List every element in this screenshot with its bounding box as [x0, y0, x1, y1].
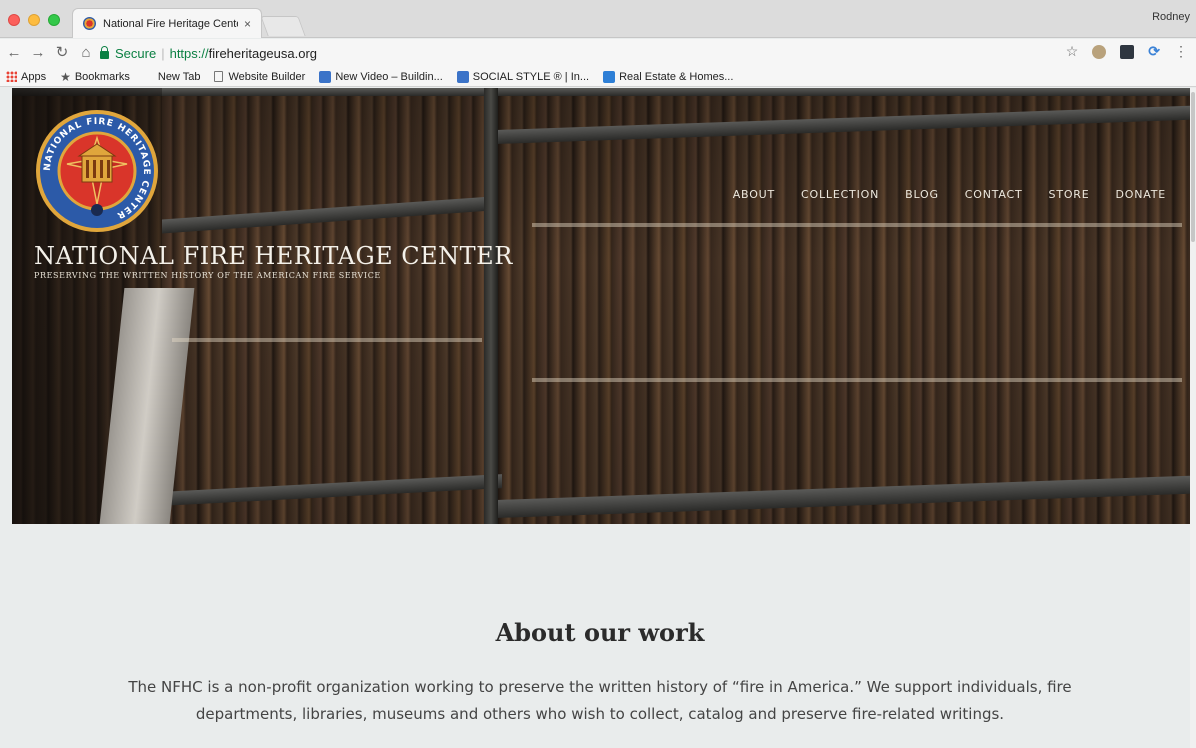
about-section: About our work The NFHC is a non-profit … [0, 524, 1190, 748]
shelf [490, 105, 1190, 145]
menu-dots-icon[interactable]: ⋮ [1174, 43, 1188, 60]
maximize-window-button[interactable] [48, 14, 60, 26]
site-icon [456, 70, 469, 83]
site-logo-icon[interactable]: NATIONAL FIRE HERITAGE CENTER [34, 108, 160, 234]
tab-title: National Fire Heritage Center [103, 17, 238, 30]
scrollbar-thumb[interactable] [1191, 92, 1195, 242]
bookmark-new-tab[interactable]: New Tab [158, 71, 201, 83]
bookmark-new-video[interactable]: New Video – Buildin... [319, 70, 443, 83]
bookmark-star-icon[interactable]: ☆ [1066, 43, 1079, 60]
address-separator: | [161, 45, 165, 61]
lock-icon [100, 45, 109, 59]
home-icon[interactable]: ⌂ [76, 43, 96, 63]
tab-close-icon[interactable]: × [244, 17, 251, 31]
about-heading: About our work [495, 618, 705, 647]
browser-tab-strip: National Fire Heritage Center × Rodney [0, 0, 1196, 38]
url-host: fireheritageusa.org [208, 45, 318, 61]
bookmark-bookmarks[interactable]: ★ Bookmarks [60, 70, 130, 84]
reload-icon[interactable]: ↻ [52, 43, 72, 63]
shelf-upright [484, 88, 498, 524]
secure-label: Secure [115, 45, 157, 61]
bookmark-label: SOCIAL STYLE ® | In... [472, 70, 590, 83]
page-icon [214, 71, 224, 82]
bookmark-label: New Video – Buildin... [335, 70, 443, 83]
bookmark-label: Website Builder [228, 70, 306, 83]
bookmark-label: Apps [21, 70, 47, 83]
toolbar-actions: ☆ ⟳ ⋮ [1066, 43, 1188, 60]
close-window-button[interactable] [8, 14, 20, 26]
shelf [162, 196, 492, 234]
bookmark-label: Bookmarks [74, 70, 130, 83]
browser-toolbar: ← → ↻ ⌂ Secure | https:// fireheritageus… [0, 39, 1196, 67]
site-tagline: PRESERVING THE WRITTEN HISTORY OF THE AM… [34, 271, 381, 280]
new-tab-button[interactable] [260, 16, 306, 36]
nav-collection[interactable]: COLLECTION [801, 188, 879, 201]
book-band [532, 378, 1182, 382]
bookmark-apps[interactable]: Apps [6, 71, 46, 83]
bookmark-label: New Tab [157, 70, 201, 83]
minimize-window-button[interactable] [28, 14, 40, 26]
hero-banner: NATIONAL FIRE HERITAGE CENTER NATIONAL F… [12, 88, 1190, 524]
extension-icon[interactable] [1092, 44, 1107, 59]
nav-contact[interactable]: CONTACT [965, 188, 1023, 201]
page-scrollbar[interactable] [1190, 88, 1196, 748]
url-scheme: https:// [169, 45, 209, 61]
star-icon: ★ [60, 69, 71, 84]
bookmark-website-builder[interactable]: Website Builder [214, 71, 305, 83]
back-arrow-icon[interactable]: ← [4, 43, 24, 63]
extension-icon[interactable] [1120, 44, 1135, 59]
bookmark-label: Real Estate & Homes... [619, 70, 734, 83]
shelf [490, 475, 1190, 519]
forward-arrow-icon[interactable]: → [28, 43, 48, 63]
profile-name[interactable]: Rodney [1152, 11, 1190, 23]
site-icon [319, 70, 332, 83]
sync-extension-icon[interactable]: ⟳ [1148, 43, 1160, 60]
bookmark-real-estate[interactable]: Real Estate & Homes... [603, 70, 734, 83]
bookmarks-bar: Apps ★ Bookmarks New Tab Website Builder… [0, 67, 1196, 87]
favicon-icon [83, 17, 96, 30]
site-title[interactable]: NATIONAL FIRE HERITAGE CENTER [34, 242, 513, 270]
shelf [162, 474, 502, 506]
nav-about[interactable]: ABOUT [733, 188, 775, 201]
book-band [172, 338, 482, 342]
apps-grid-icon [6, 71, 17, 82]
realestate-icon [603, 70, 616, 83]
browser-tab-active[interactable]: National Fire Heritage Center × [72, 8, 262, 38]
shelf [12, 88, 1190, 96]
nav-store[interactable]: STORE [1049, 188, 1090, 201]
book-band [532, 223, 1182, 227]
nav-blog[interactable]: BLOG [905, 188, 939, 201]
bookmark-social-style[interactable]: SOCIAL STYLE ® | In... [456, 70, 590, 83]
about-body: The NFHC is a non-profit organization wo… [128, 678, 1072, 723]
nav-donate[interactable]: DONATE [1116, 188, 1167, 201]
address-bar[interactable]: Secure | https:// fireheritageusa.org [100, 42, 1050, 64]
main-navigation: ABOUT COLLECTION BLOG CONTACT STORE DONA… [733, 188, 1166, 201]
